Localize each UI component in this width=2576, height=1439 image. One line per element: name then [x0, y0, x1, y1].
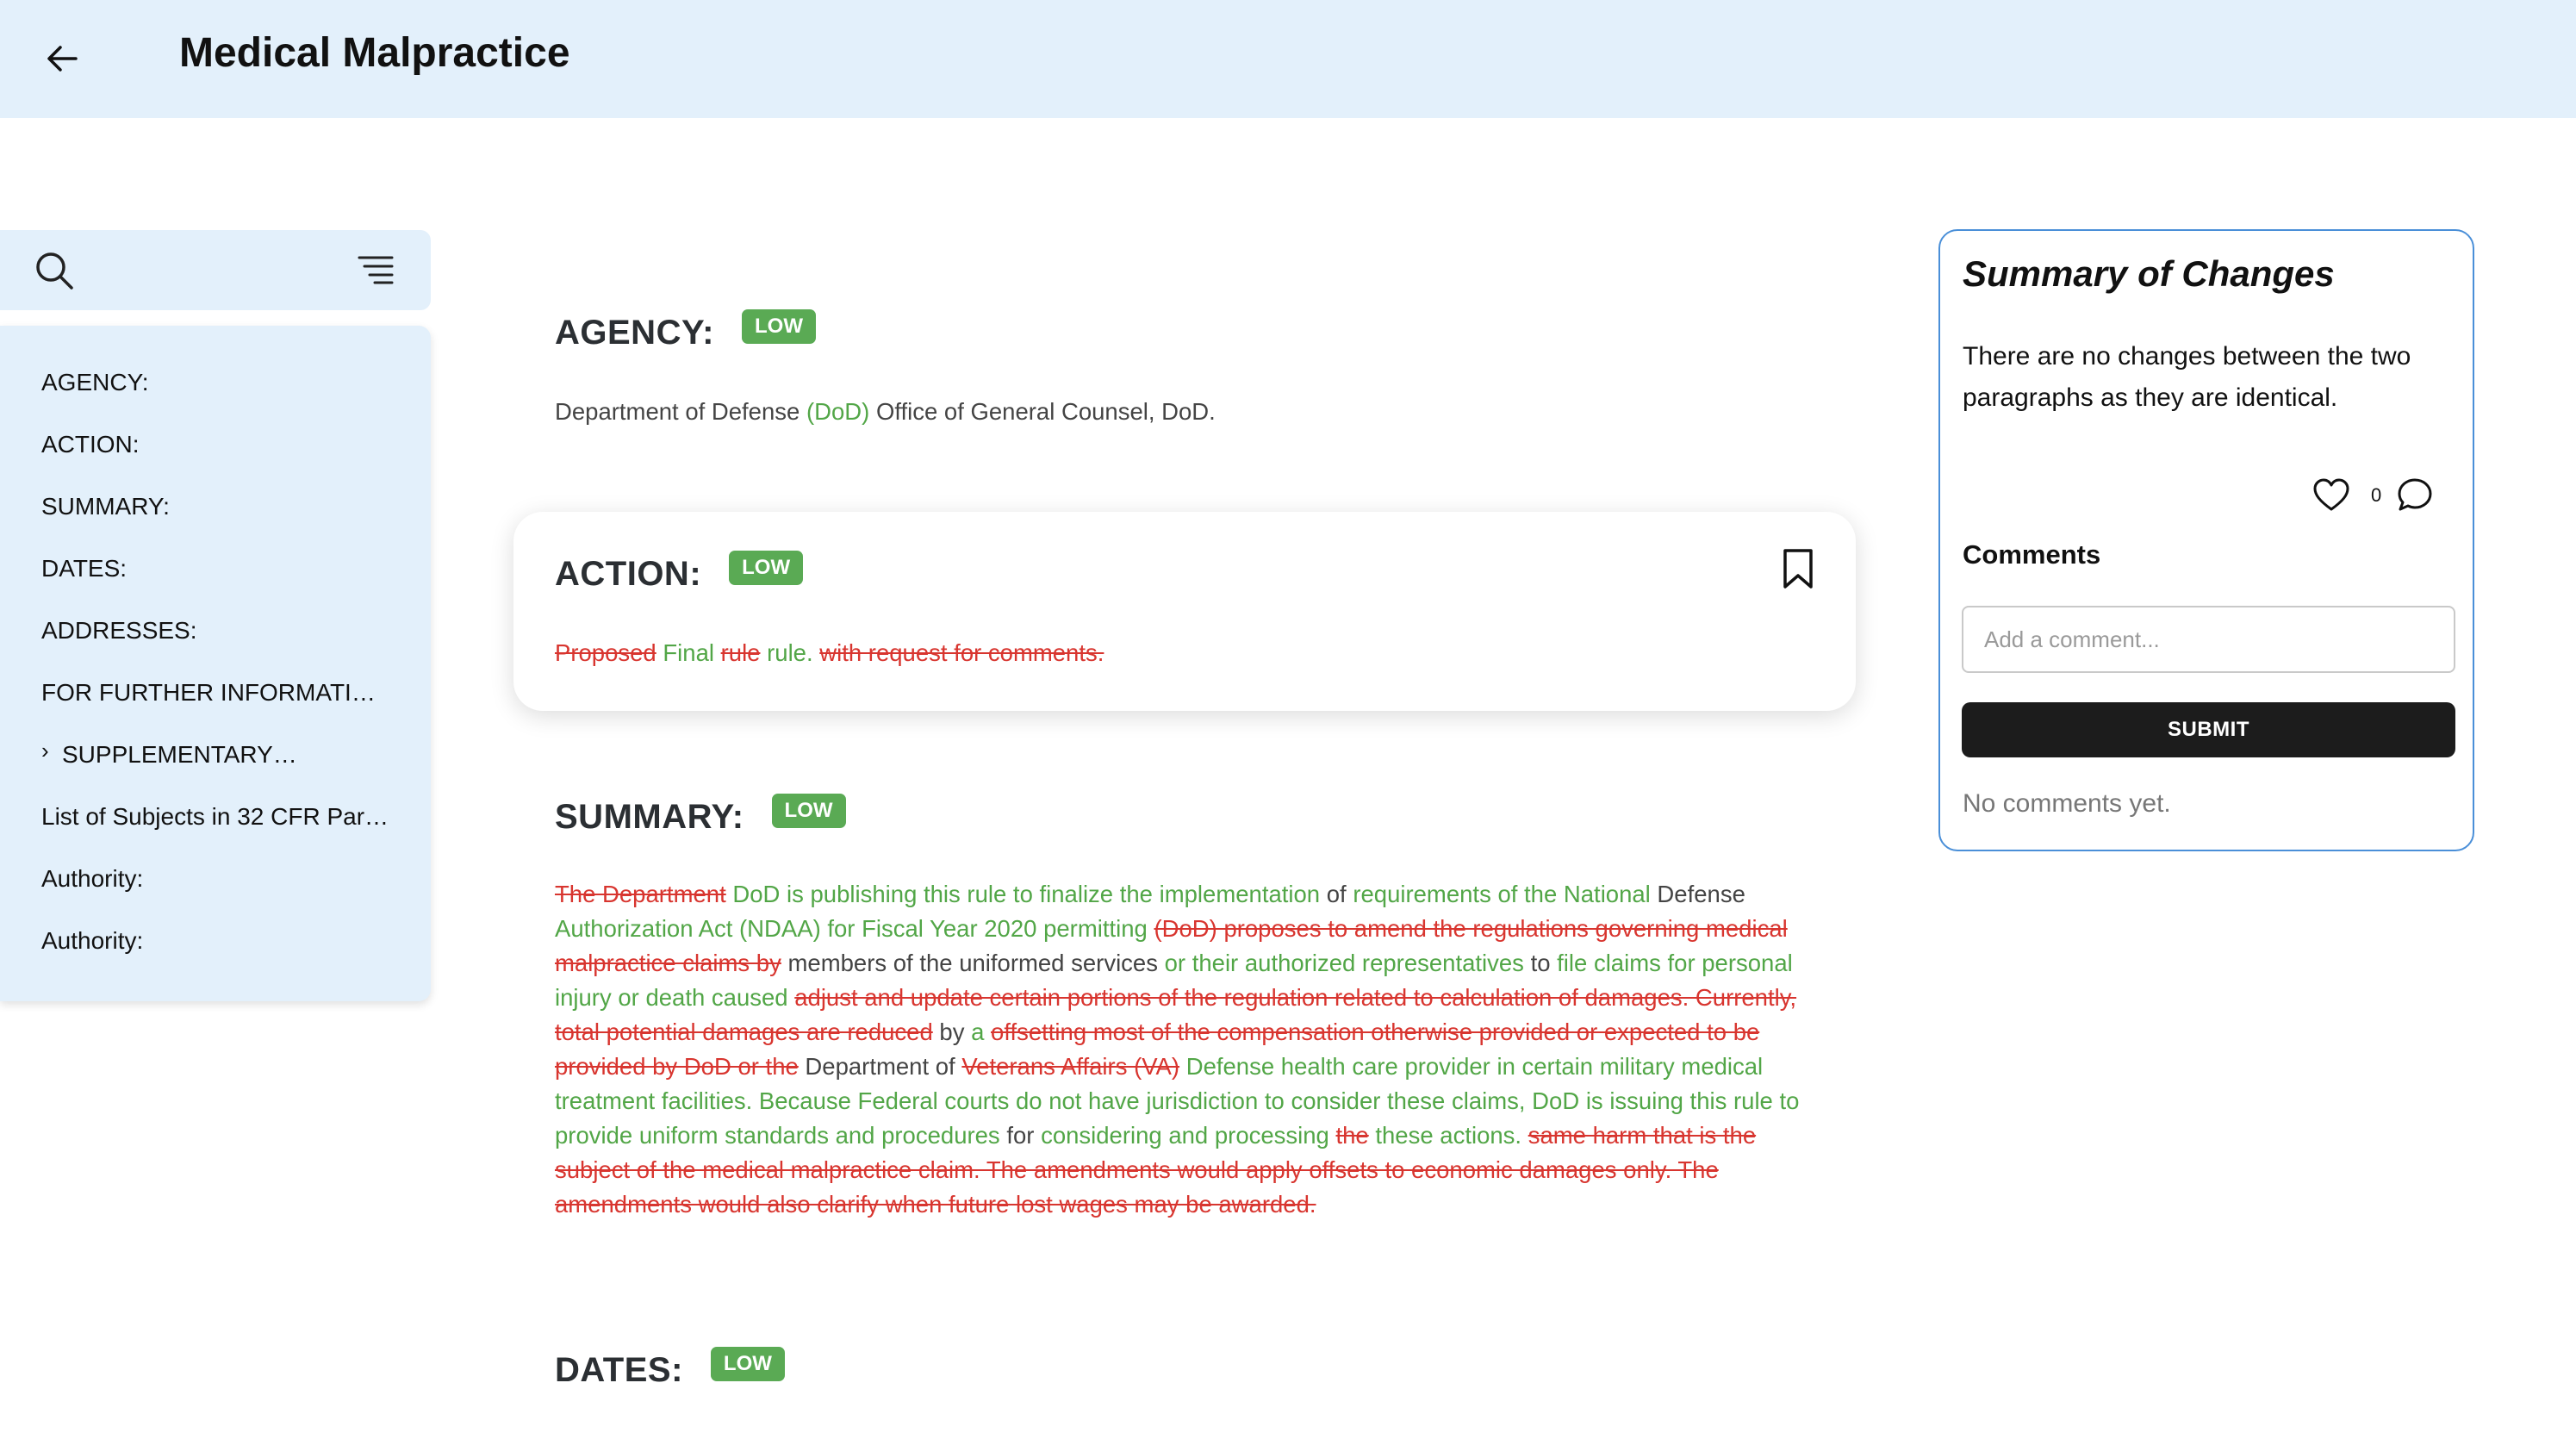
- section-title: SUMMARY:: [555, 798, 744, 836]
- removed-text: with request for comments.: [819, 639, 1104, 666]
- panel-summary-text: There are no changes between the two par…: [1963, 342, 2411, 412]
- section-body-action: Proposed Final rule rule. with request f…: [555, 636, 1830, 670]
- section-body-agency: Department of Defense (DoD) Office of Ge…: [555, 395, 1830, 429]
- unchanged-text: members of the uniformed services: [781, 950, 1165, 976]
- page-title: Medical Malpractice: [179, 30, 570, 76]
- unchanged-text: to: [1523, 950, 1558, 976]
- added-text: or their authorized representatives: [1164, 950, 1524, 976]
- unchanged-text: [1179, 1053, 1186, 1080]
- removed-text: Proposed: [555, 639, 656, 666]
- added-text: DoD is publishing this rule to finalize …: [732, 881, 1321, 907]
- section-header-dates: DATES: LOW: [555, 1346, 785, 1390]
- risk-badge: LOW: [729, 550, 804, 585]
- added-text: requirements of the National: [1353, 881, 1651, 907]
- search-icon[interactable]: [34, 251, 74, 290]
- removed-text: the: [1335, 1122, 1369, 1149]
- unchanged-text: [714, 639, 721, 666]
- unchanged-text: of: [1320, 881, 1353, 907]
- sidebar-toolbar: [0, 230, 431, 310]
- risk-badge: LOW: [710, 1346, 785, 1381]
- unchanged-text: [984, 1019, 991, 1045]
- action-card[interactable]: [513, 512, 1856, 711]
- section-header-agency: AGENCY: LOW: [555, 308, 816, 352]
- added-text: Authorization Act (NDAA) for Fiscal Year…: [555, 915, 1148, 942]
- unchanged-text: for: [999, 1122, 1042, 1149]
- added-text: Final: [663, 639, 714, 666]
- section-title: AGENCY:: [555, 314, 714, 352]
- sidebar-item-supplementary[interactable]: SUPPLEMENTARY…: [62, 741, 297, 769]
- submit-button[interactable]: SUBMIT: [1962, 702, 2455, 757]
- sidebar-item-summary[interactable]: SUMMARY:: [41, 493, 170, 520]
- unchanged-text: [1521, 1122, 1528, 1149]
- added-text: (DoD): [806, 398, 870, 425]
- sidebar-item-agency[interactable]: AGENCY:: [41, 369, 148, 396]
- unchanged-text: Department of: [798, 1053, 962, 1080]
- unchanged-text: by: [932, 1019, 972, 1045]
- sidebar-item-addresses[interactable]: ADDRESSES:: [41, 617, 197, 645]
- section-header-action: ACTION: LOW: [555, 550, 804, 594]
- back-button[interactable]: [38, 34, 86, 83]
- comment-input[interactable]: [1962, 606, 2455, 673]
- section-body-summary: The Department DoD is publishing this ru…: [555, 877, 1821, 1222]
- sidebar-item-authority-1[interactable]: Authority:: [41, 865, 143, 893]
- added-text: rule.: [767, 639, 813, 666]
- panel-title: Summary of Changes: [1963, 253, 2335, 294]
- menu-icon[interactable]: [357, 252, 395, 287]
- section-title: ACTION:: [555, 555, 702, 593]
- section-title: DATES:: [555, 1351, 683, 1389]
- comments-heading: Comments: [1963, 539, 2101, 570]
- top-bar: Medical Malpractice: [0, 0, 2576, 118]
- unchanged-text: [1329, 1122, 1336, 1149]
- risk-badge: LOW: [771, 793, 846, 828]
- removed-text: The Department: [555, 881, 726, 907]
- heart-icon[interactable]: [2312, 477, 2350, 512]
- comment-bubble-icon[interactable]: [2397, 477, 2433, 512]
- arrow-left-icon: [47, 46, 78, 72]
- chevron-right-icon[interactable]: ›: [41, 738, 49, 764]
- added-text: these actions.: [1375, 1122, 1522, 1149]
- unchanged-text: Defense: [1650, 881, 1745, 907]
- like-count: 0: [2371, 484, 2382, 506]
- section-header-summary: SUMMARY: LOW: [555, 793, 846, 837]
- removed-text: Veterans Affairs (VA): [961, 1053, 1180, 1080]
- removed-text: rule: [720, 639, 761, 666]
- sidebar-nav: AGENCY: ACTION: SUMMARY: DATES: ADDRESSE…: [0, 326, 431, 1001]
- sidebar-item-further-info[interactable]: FOR FURTHER INFORMATI…: [41, 679, 376, 707]
- unchanged-text: Office of General Counsel, DoD.: [869, 398, 1216, 425]
- added-text: a: [971, 1019, 985, 1045]
- sidebar-item-authority-2[interactable]: Authority:: [41, 927, 143, 955]
- sidebar-item-action[interactable]: ACTION:: [41, 431, 140, 458]
- unchanged-text: [760, 639, 767, 666]
- no-comments-text: No comments yet.: [1963, 789, 2171, 818]
- summary-of-changes-panel: Summary of Changes There are no changes …: [1938, 229, 2474, 851]
- sidebar-item-dates[interactable]: DATES:: [41, 555, 127, 582]
- sidebar-item-list-of-subjects[interactable]: List of Subjects in 32 CFR Par…: [41, 803, 389, 831]
- unchanged-text: Department of Defense: [555, 398, 806, 425]
- added-text: considering and processing: [1041, 1122, 1329, 1149]
- bookmark-icon[interactable]: [1782, 548, 1814, 589]
- risk-badge: LOW: [741, 308, 816, 344]
